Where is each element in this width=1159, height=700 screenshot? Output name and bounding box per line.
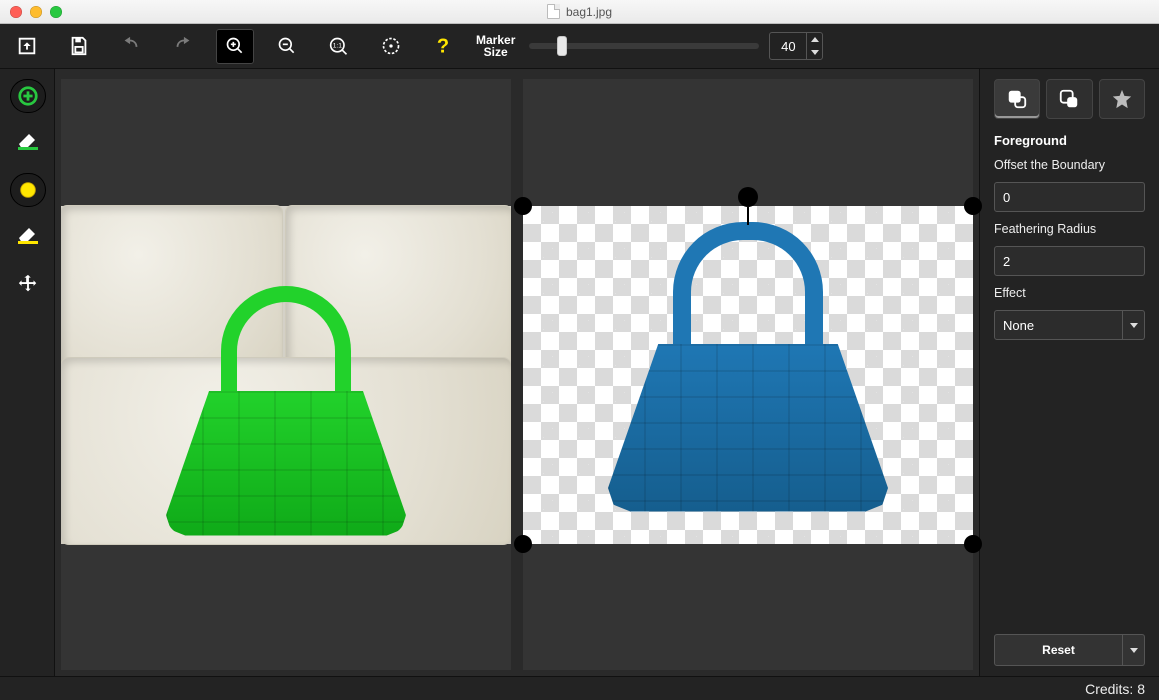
offset-spinbox[interactable] (994, 182, 1145, 212)
masked-subject-overlay (166, 286, 406, 536)
source-image-panel[interactable] (61, 79, 511, 670)
feather-spinbox[interactable] (994, 246, 1145, 276)
window-titlebar: bag1.jpg (0, 0, 1159, 24)
credits-value: 8 (1137, 681, 1145, 697)
zoom-out-button[interactable] (268, 29, 306, 64)
source-image (61, 206, 511, 544)
effect-label: Effect (994, 286, 1145, 300)
window-filename: bag1.jpg (566, 5, 612, 19)
marker-size-label: Marker Size (476, 34, 515, 58)
window-traffic-lights (10, 6, 62, 18)
marker-size-step-down[interactable] (807, 46, 822, 59)
reset-button[interactable]: Reset (994, 634, 1123, 666)
zoom-actual-size-button[interactable]: 1:1 (320, 29, 358, 64)
feather-value[interactable] (995, 247, 1159, 275)
crop-handle-top-right[interactable] (964, 197, 982, 215)
open-file-button[interactable] (8, 29, 46, 64)
result-image (523, 206, 973, 544)
mark-background-tool[interactable] (10, 173, 46, 207)
feather-label: Feathering Radius (994, 222, 1145, 236)
sidebar-tabs (994, 79, 1145, 119)
zoom-in-button[interactable] (216, 29, 254, 64)
redo-button[interactable] (164, 29, 202, 64)
sidebar-section-title: Foreground (994, 133, 1145, 148)
crop-handle-bottom-right[interactable] (964, 535, 982, 553)
save-file-button[interactable] (60, 29, 98, 64)
effect-select[interactable]: None (994, 310, 1145, 340)
background-eraser-tool[interactable] (10, 217, 46, 251)
reset-dropdown-caret[interactable] (1123, 634, 1145, 666)
file-icon (547, 4, 560, 19)
marker-size-step-up[interactable] (807, 33, 822, 46)
crop-handle-top-center[interactable] (738, 187, 758, 207)
help-button[interactable]: ? (424, 29, 462, 64)
properties-sidebar: Foreground Offset the Boundary Featherin… (979, 69, 1159, 676)
svg-text:1:1: 1:1 (333, 43, 343, 50)
marker-size-spinbox[interactable] (769, 32, 823, 60)
tab-foreground[interactable] (994, 79, 1040, 119)
main-toolbar: 1:1 ? Marker Size (0, 24, 1159, 69)
image-panels (55, 69, 979, 676)
minimize-window-button[interactable] (30, 6, 42, 18)
zoom-fit-button[interactable] (372, 29, 410, 64)
effect-value: None (995, 311, 1122, 339)
offset-value[interactable] (995, 183, 1159, 211)
crop-handle-bottom-left[interactable] (514, 535, 532, 553)
tab-background[interactable] (1046, 79, 1092, 119)
svg-text:?: ? (437, 36, 449, 58)
cutout-subject (608, 222, 888, 512)
tab-favorites[interactable] (1099, 79, 1145, 119)
close-window-button[interactable] (10, 6, 22, 18)
move-tool[interactable] (10, 267, 46, 301)
slider-thumb[interactable] (557, 36, 567, 56)
zoom-window-button[interactable] (50, 6, 62, 18)
marker-size-value[interactable] (770, 33, 806, 59)
foreground-eraser-tool[interactable] (10, 123, 46, 157)
credits-label: Credits: (1085, 681, 1133, 697)
result-image-panel[interactable] (523, 79, 973, 670)
offset-label: Offset the Boundary (994, 158, 1145, 172)
effect-dropdown-caret[interactable] (1122, 311, 1144, 339)
mask-tools-palette (0, 69, 55, 676)
window-title: bag1.jpg (0, 4, 1159, 19)
status-bar: Credits: 8 (0, 676, 1159, 700)
marker-size-slider[interactable] (529, 43, 759, 49)
crop-handle-top-left[interactable] (514, 197, 532, 215)
undo-button[interactable] (112, 29, 150, 64)
workspace: Foreground Offset the Boundary Featherin… (0, 69, 1159, 676)
add-foreground-tool[interactable] (10, 79, 46, 113)
